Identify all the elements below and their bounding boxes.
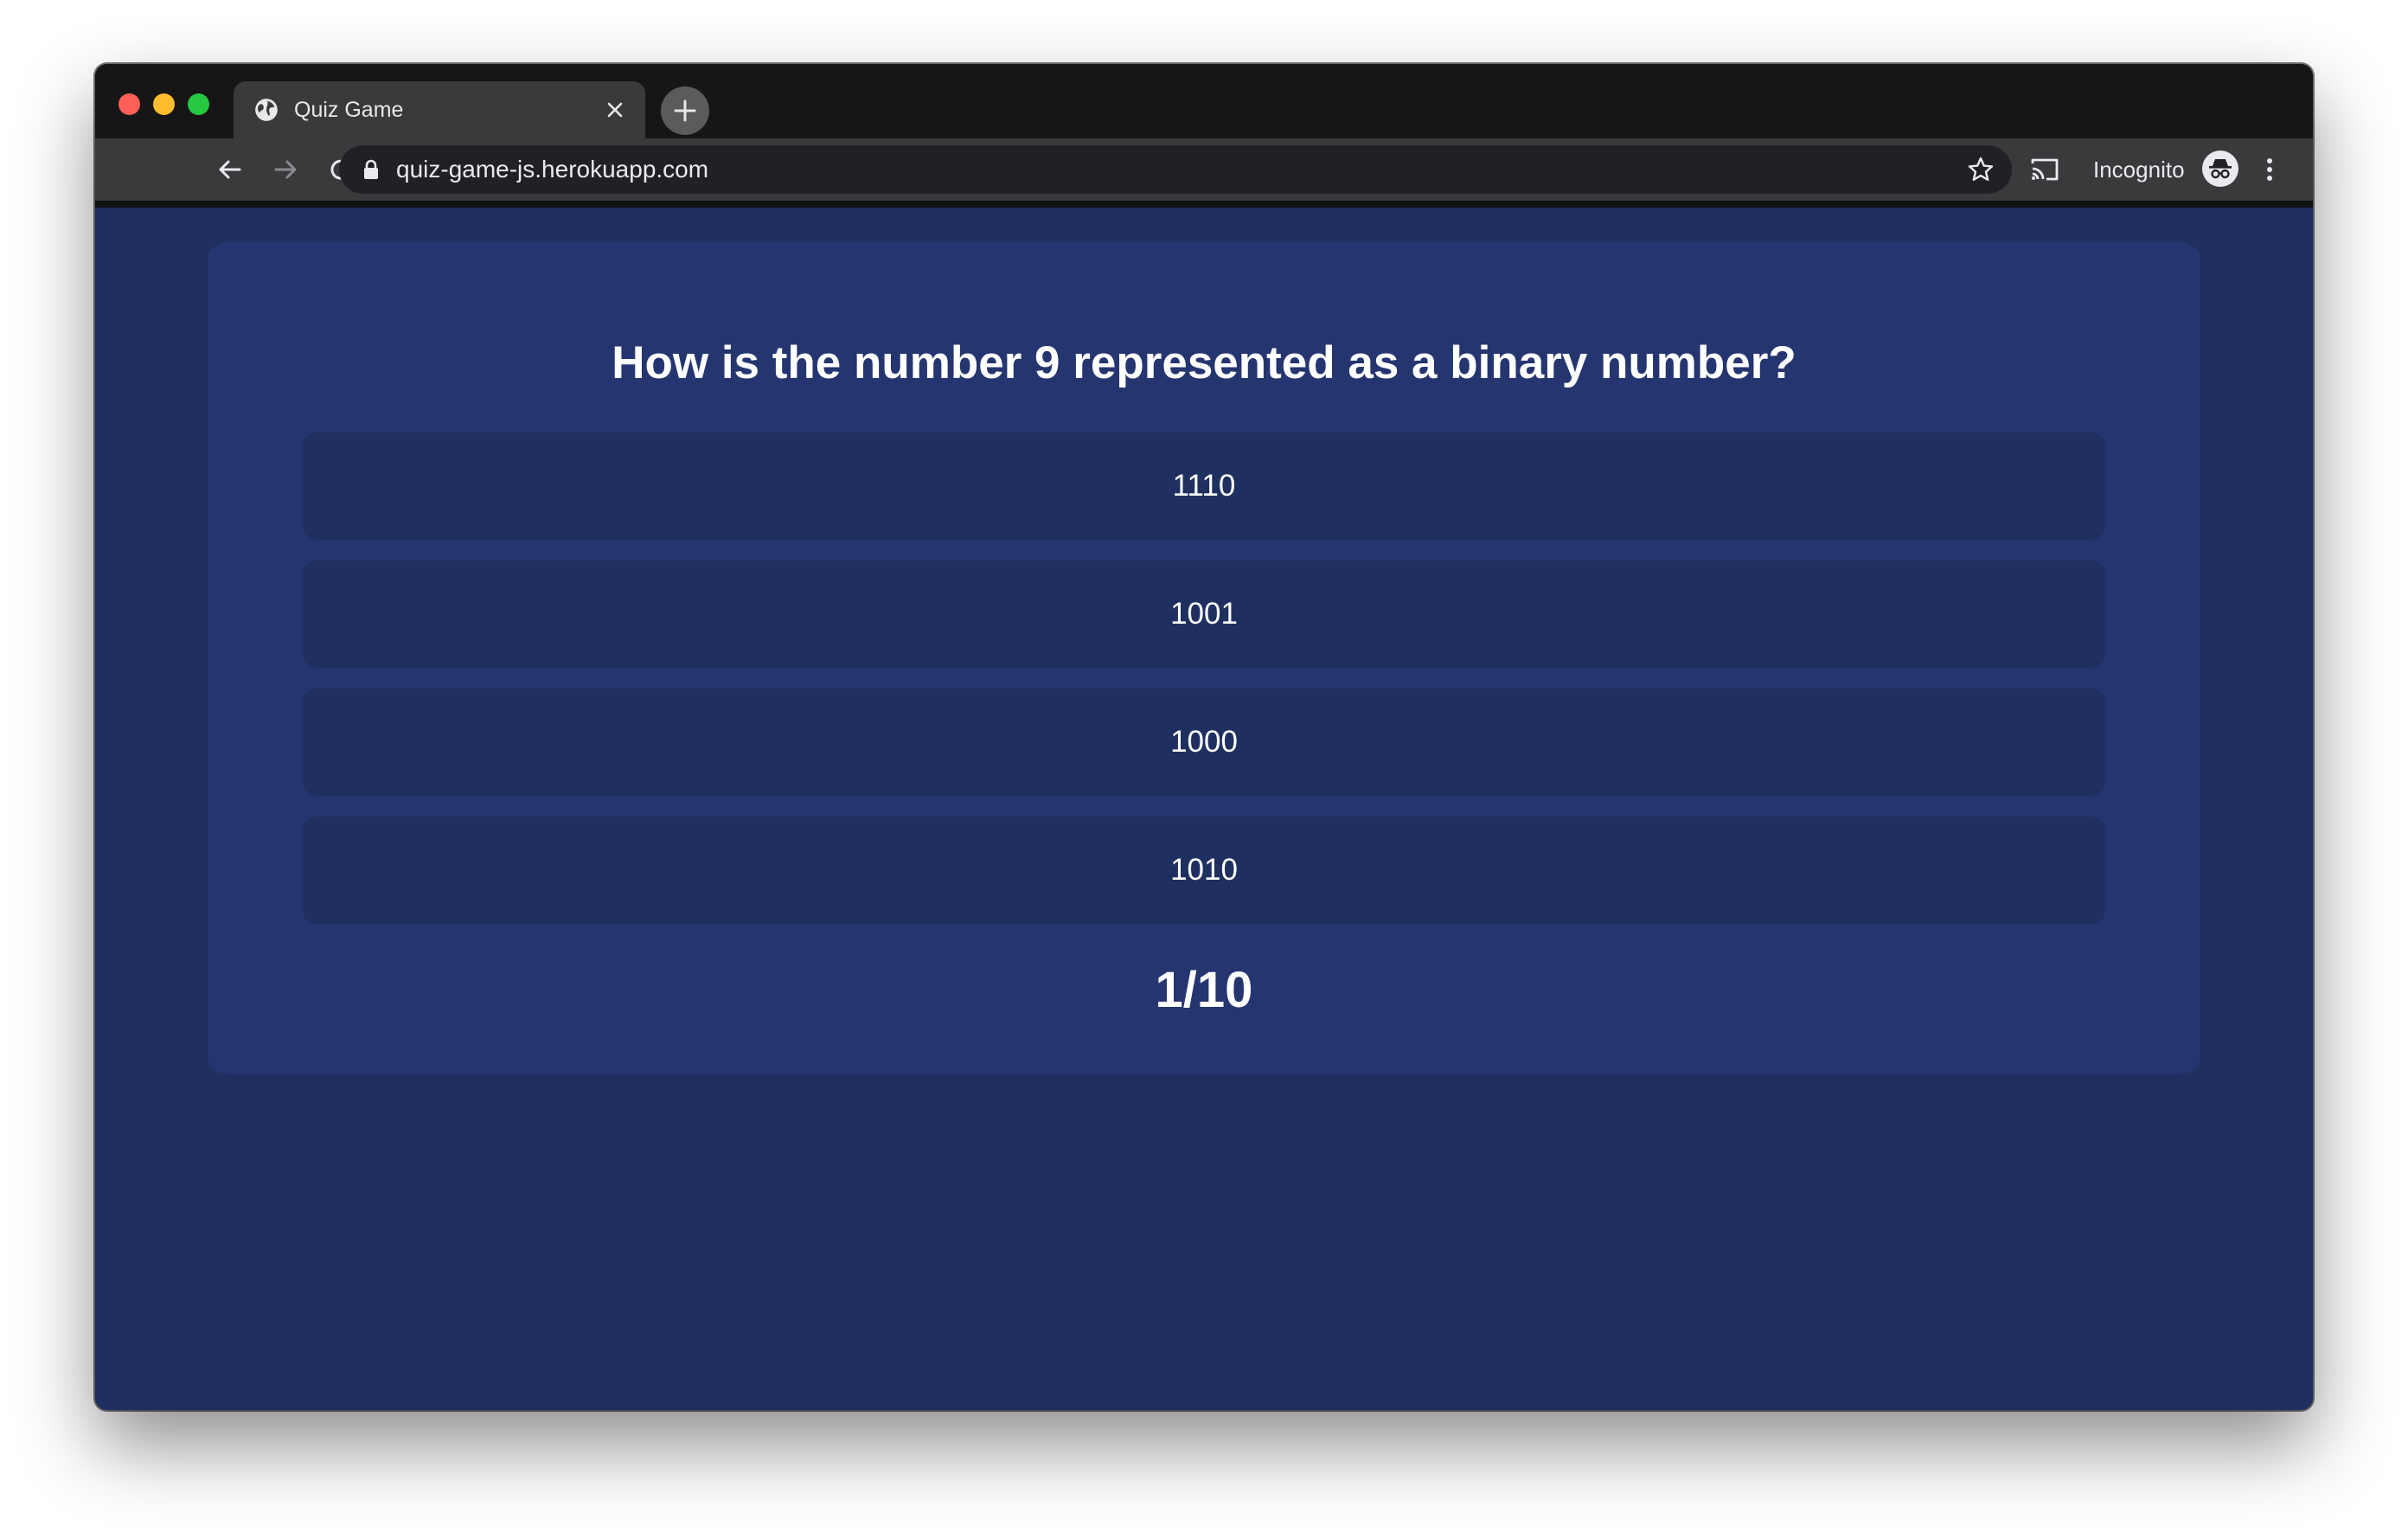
quiz-page: How is the number 9 represented as a bin…	[95, 208, 2313, 1410]
browser-window: Quiz Game quiz-game-js.herokuapp.com Inc…	[95, 64, 2313, 1410]
incognito-label[interactable]: Incognito	[2093, 156, 2185, 183]
back-button[interactable]	[215, 154, 246, 185]
new-tab-button[interactable]	[661, 87, 709, 135]
more-vertical-icon	[2267, 158, 2272, 181]
close-tab-icon[interactable]	[602, 97, 628, 123]
cast-icon	[2031, 158, 2059, 181]
answer-option-4[interactable]: 1010	[303, 817, 2105, 924]
browser-menu-button[interactable]	[2254, 154, 2285, 185]
quiz-card: How is the number 9 represented as a bin…	[208, 242, 2200, 1074]
browser-toolbar: quiz-game-js.herokuapp.com Incognito	[95, 138, 2313, 201]
incognito-icon[interactable]	[2202, 151, 2238, 187]
bookmark-star-icon[interactable]	[1967, 156, 1995, 183]
question-progress: 1/10	[1155, 962, 1253, 1018]
lock-icon	[364, 159, 378, 179]
tab-title: Quiz Game	[294, 98, 404, 122]
toolbar-divider	[95, 201, 2313, 208]
arrow-left-icon	[219, 160, 241, 179]
close-window-button[interactable]	[118, 93, 140, 115]
question-text: How is the number 9 represented as a bin…	[612, 337, 1796, 388]
plus-icon	[674, 99, 696, 122]
cast-button[interactable]	[2029, 154, 2060, 185]
maximize-window-button[interactable]	[188, 93, 209, 115]
minimize-window-button[interactable]	[153, 93, 175, 115]
answer-option-3[interactable]: 1000	[303, 689, 2105, 796]
tab-strip: Quiz Game	[95, 64, 2313, 138]
address-bar[interactable]: quiz-game-js.herokuapp.com	[339, 145, 2012, 194]
answer-option-2[interactable]: 1001	[303, 561, 2105, 668]
arrow-right-icon	[274, 160, 297, 179]
globe-icon	[255, 99, 278, 121]
tab-quiz-game[interactable]: Quiz Game	[234, 81, 645, 138]
answer-option-1[interactable]: 1110	[303, 433, 2105, 540]
forward-button[interactable]	[270, 154, 301, 185]
url-text: quiz-game-js.herokuapp.com	[396, 156, 709, 183]
